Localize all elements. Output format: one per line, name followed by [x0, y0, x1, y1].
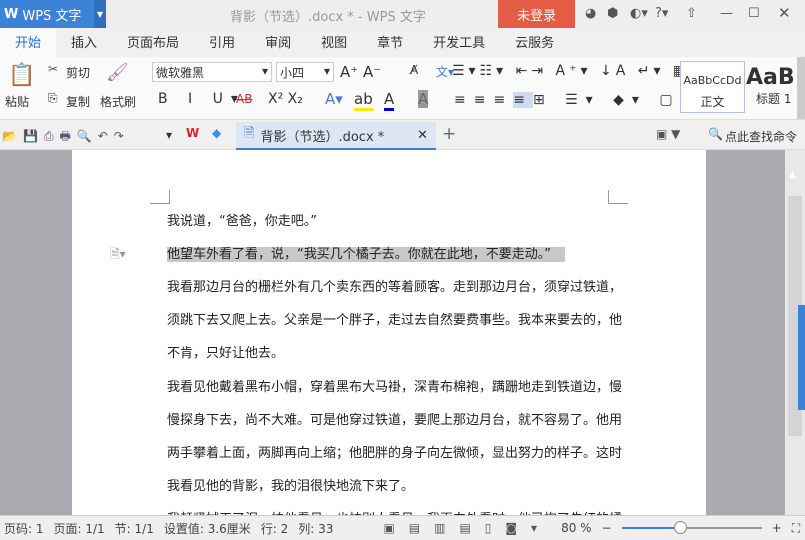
status-col: 列: 33 — [298, 521, 334, 536]
style-scroll[interactable] — [797, 57, 805, 119]
status-page-code: 页码: 1 — [4, 521, 44, 536]
highlight-icon[interactable]: ab — [354, 90, 373, 111]
status-bar: 页码: 1 页面: 1/1 节: 1/1 设置值: 3.6厘米 行: 2 列: … — [0, 515, 805, 540]
copy-button[interactable]: 复制 — [66, 93, 90, 110]
document-tab[interactable]: 🗎 背影（节选）.docx * ✕ — [236, 122, 436, 150]
maximize-icon[interactable]: ☐ — [748, 6, 760, 21]
settings-icon[interactable]: ⬢ — [607, 6, 618, 21]
document-page[interactable]: 🗎▾ 我说道，“爸爸，你走吧。” 他望车外看了看，说，“我买几个橘子去。你就在此… — [72, 150, 706, 515]
new-tab-icon[interactable]: + — [442, 124, 456, 144]
document-tab-label: 背影（节选）.docx * — [260, 129, 385, 145]
tab-page-layout[interactable]: 页面布局 — [112, 28, 194, 57]
wps-home-icon[interactable]: W — [186, 126, 199, 140]
status-row: 行: 2 — [260, 521, 289, 536]
quick-access-icons[interactable]: 📂💾⎙🖶🔍↶↷ — [2, 127, 130, 148]
text-line: 我说道，“爸爸，你走吧。” — [167, 214, 317, 229]
app-menu-button[interactable]: W WPS 文字 ▼ — [0, 0, 106, 28]
tab-insert[interactable]: 插入 — [56, 28, 112, 57]
text-line: 我看那边月台的栅栏外有几个卖东西的等着顾客。走到那边月台，须穿过铁道， — [167, 280, 623, 295]
format-painter-icon: 🖌 — [106, 62, 129, 83]
clear-format-icon[interactable]: A̸ — [410, 63, 418, 77]
status-page: 页面: 1/1 — [53, 521, 105, 536]
zoom-value: 80 % — [561, 521, 592, 535]
fullscreen-icon[interactable]: ⛶ — [792, 521, 800, 536]
command-search[interactable]: 点此查找命令 — [725, 128, 797, 145]
skin-icon[interactable]: ◕ — [585, 6, 596, 21]
dropdown-icon[interactable]: ▾ — [166, 128, 172, 142]
text-line: 须跳下去又爬上去。父亲是一个胖子，走过去自然要费事些。我本来要去的，他 — [167, 313, 623, 328]
zoom-slider-handle[interactable] — [673, 521, 687, 534]
window-title: 背影（节选）.docx * - WPS 文字 — [230, 10, 426, 25]
chevron-down-icon[interactable]: ▼ — [94, 0, 106, 28]
strikethrough-icon[interactable]: AB — [236, 92, 252, 106]
text-line: 两手攀着上面，两脚再向上缩；他肥胖的身子向左微倾，显出努力的样子。这时 — [167, 446, 623, 461]
text-line: 不肯，只好让他去。 — [167, 346, 285, 361]
list-icons[interactable]: ☰▾☷▾ ⇤⇥ A⁺▾ ↓A ↵▾ ▦ — [452, 63, 690, 79]
ribbon: 📋 粘贴 ✂ 剪切 ⎘ 复制 🖌 格式刷 微软雅黑 ▾ 小四 ▾ A⁺ A⁻ A̸ … — [0, 57, 805, 120]
text-line: 慢探身下去，尚不大难。可是他穿过铁道，要爬上那边月台，就不容易了。他用 — [167, 413, 623, 428]
cube-icon[interactable]: ◆ — [212, 126, 221, 140]
status-section: 节: 1/1 — [114, 521, 154, 536]
format-painter-button[interactable]: 格式刷 — [100, 93, 136, 110]
pin-icon[interactable]: ⇧ — [686, 6, 697, 21]
grow-font-icon[interactable]: A⁺ A⁻ — [340, 63, 381, 81]
margin-mark — [608, 190, 628, 204]
login-button[interactable]: 未登录 — [498, 0, 575, 28]
margin-mark — [150, 190, 170, 204]
font-size-select[interactable]: 小四 ▾ — [276, 62, 334, 82]
ribbon-tabs: 开始 插入 页面布局 引用 审阅 视图 章节 开发工具 云服务 — [0, 28, 805, 57]
text-effect-icon[interactable]: A▾ — [325, 90, 343, 108]
tab-chapter[interactable]: 章节 — [362, 28, 418, 57]
vertical-scrollbar[interactable]: ▲ — [785, 150, 805, 515]
status-setting: 设置值: 3.6厘米 — [163, 521, 251, 536]
bold-italic-underline-icons[interactable]: B I U▾ — [158, 91, 246, 107]
zoom-slider[interactable] — [621, 521, 762, 534]
align-icons[interactable]: ≡≡≡≡⊞ ☰▾ ◆▾ ▢▾ — [454, 92, 696, 108]
tab-references[interactable]: 引用 — [194, 28, 250, 57]
tab-developer[interactable]: 开发工具 — [418, 28, 500, 57]
close-tab-icon[interactable]: ✕ — [417, 128, 428, 143]
wps-logo-icon: W — [4, 6, 19, 22]
tab-review[interactable]: 审阅 — [250, 28, 306, 57]
char-shading-icon[interactable]: A — [418, 90, 429, 108]
copy-icon: ⎘ — [48, 91, 58, 105]
paste-button[interactable]: 粘贴 — [5, 93, 29, 110]
doc-icon: 🗎 — [244, 126, 255, 141]
style-normal[interactable]: AaBbCcDd 正文 — [680, 61, 745, 113]
tab-cloud[interactable]: 云服务 — [500, 28, 569, 57]
view-mode-icons[interactable]: ▣▤▥▤▯◙▾ — [383, 521, 551, 535]
search-icon: 🔍 — [708, 127, 723, 141]
cut-button[interactable]: 剪切 — [66, 64, 90, 81]
tab-view[interactable]: 视图 — [306, 28, 362, 57]
paste-icon[interactable]: 📋 — [8, 63, 35, 88]
help-icon[interactable]: ?▾ — [655, 6, 668, 21]
close-icon[interactable]: ✕ — [778, 4, 791, 22]
style-heading1[interactable]: AaB 标题 1 — [746, 61, 796, 113]
text-line: 我看见他戴着黑布小帽，穿着黑布大马褂，深青布棉袍，蹒跚地走到铁道边，慢 — [167, 380, 623, 395]
font-family-select[interactable]: 微软雅黑 ▾ — [152, 62, 272, 82]
minimize-icon[interactable]: — — [720, 6, 733, 21]
feedback-icon[interactable]: ◐▾ — [630, 6, 648, 21]
text-line: 我看见他的背影，我的泪很快地流下来了。 — [167, 479, 415, 494]
app-name: WPS 文字 — [22, 8, 82, 24]
tab-home[interactable]: 开始 — [0, 28, 57, 57]
paragraph-menu-icon[interactable]: 🗎▾ — [110, 245, 126, 266]
selected-text-line: 他望车外看了看，说，“我买几个橘子去。你就在此地，不要走动。” — [167, 247, 565, 262]
zoom-in-icon[interactable]: + — [772, 521, 782, 535]
side-panel-tab[interactable] — [798, 305, 805, 410]
text-line: 我赶紧拭干了泪，怕他看见，也怕别人看见。我再向外看时，他已抱了朱红的橘 — [167, 504, 622, 515]
scroll-up-icon[interactable]: ▲ — [789, 170, 796, 180]
scissors-icon: ✂ — [48, 62, 59, 76]
zoom-out-icon[interactable]: − — [602, 521, 612, 535]
font-color-icon[interactable]: A — [384, 90, 395, 111]
display-icon[interactable]: ▣ ▼ — [656, 127, 680, 141]
superscript-subscript-icons[interactable]: X² X₂ — [268, 91, 303, 107]
